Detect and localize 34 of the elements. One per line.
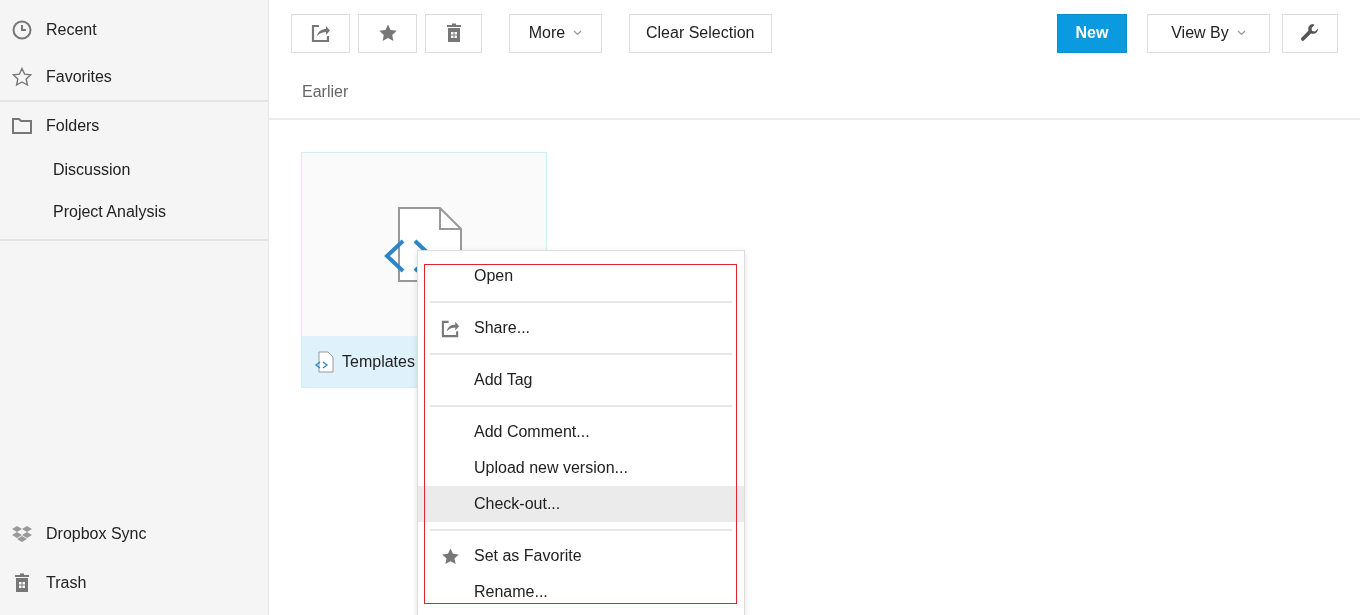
sidebar-item[interactable]: Recent xyxy=(0,6,268,53)
trash-icon xyxy=(12,572,32,593)
sidebar-item[interactable]: Dropbox Sync xyxy=(0,509,268,558)
settings-button[interactable] xyxy=(1282,13,1338,53)
star-outline-icon xyxy=(12,66,32,87)
delete-button[interactable] xyxy=(425,13,482,53)
code-file-icon xyxy=(314,350,334,373)
star-icon xyxy=(441,546,460,566)
section-heading: Earlier xyxy=(302,83,349,101)
more-dropdown[interactable]: More xyxy=(509,13,602,53)
menu-item[interactable]: Check-out... xyxy=(418,486,744,522)
menu-item[interactable]: Add Comment... xyxy=(418,414,744,450)
star-icon xyxy=(377,23,398,43)
sidebar-item[interactable]: Trash xyxy=(0,558,268,607)
share-button[interactable] xyxy=(291,13,350,53)
folder-icon xyxy=(12,115,32,136)
wrench-icon xyxy=(1300,23,1320,43)
folder-item[interactable]: Discussion xyxy=(0,149,268,191)
caret-icon xyxy=(1236,30,1246,36)
dropbox-icon xyxy=(12,523,32,544)
sidebar-item[interactable]: Folders xyxy=(0,102,268,149)
menu-item[interactable]: Rename... xyxy=(418,574,744,610)
view-by-dropdown[interactable]: View By xyxy=(1147,13,1270,53)
folder-item[interactable]: Project Analysis xyxy=(0,191,268,233)
menu-item[interactable]: Set as Favorite xyxy=(418,538,744,574)
clock-icon xyxy=(12,19,32,40)
file-name: Templates xyxy=(342,352,415,371)
share-icon xyxy=(310,23,331,43)
clear-selection-button[interactable]: Clear Selection xyxy=(629,13,772,53)
menu-item[interactable]: Upload new version... xyxy=(418,450,744,486)
share-icon xyxy=(441,318,460,338)
sidebar-item[interactable]: Favorites xyxy=(0,53,268,100)
caret-icon xyxy=(573,30,583,36)
favorite-button[interactable] xyxy=(358,13,417,53)
